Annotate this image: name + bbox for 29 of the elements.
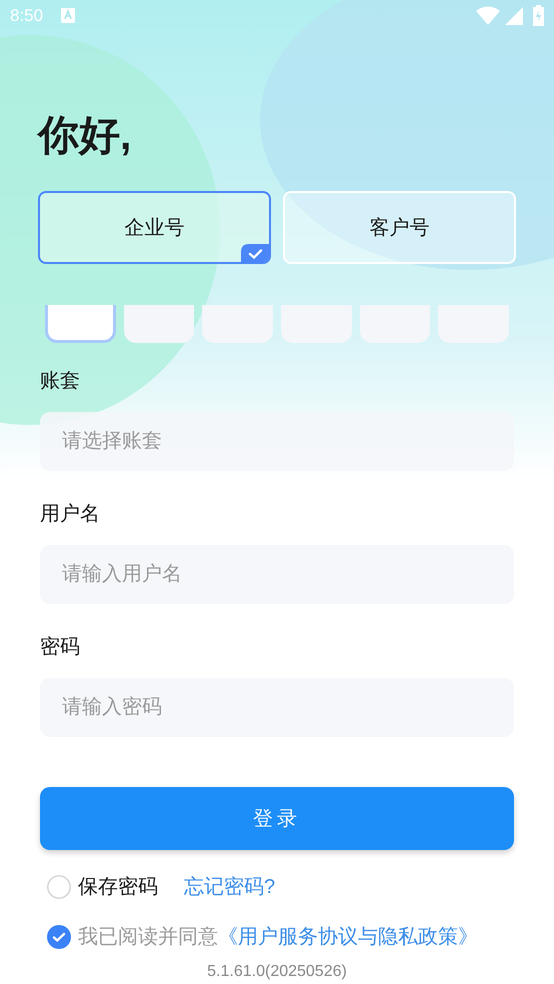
account-slot-tab[interactable] xyxy=(124,305,194,343)
account-slot-tab[interactable] xyxy=(281,305,352,343)
field-label: 密码 xyxy=(40,635,81,660)
account-slot-tab[interactable] xyxy=(202,305,273,343)
wifi-icon xyxy=(476,6,500,25)
signal-icon xyxy=(505,6,523,24)
checkbox-icon[interactable] xyxy=(47,875,71,899)
checkbox-checked-icon[interactable] xyxy=(47,925,71,949)
keyboard-a-icon xyxy=(61,8,76,23)
selected-check-icon xyxy=(241,244,269,262)
account-slot-tab[interactable] xyxy=(45,305,116,343)
account-slot-tab[interactable] xyxy=(438,305,509,343)
save-password-label: 保存密码 xyxy=(78,875,158,900)
account-slot-tab[interactable] xyxy=(360,305,430,343)
battery-charging-icon xyxy=(533,5,544,26)
agreement-text: 我已阅读并同意 xyxy=(78,925,218,950)
input-field[interactable]: 请选择账套 xyxy=(40,412,514,471)
greeting-title: 你好, xyxy=(38,111,132,160)
input-field[interactable]: 请输入用户名 xyxy=(40,545,514,604)
agreement-link[interactable]: 《用户服务协议与隐私政策》 xyxy=(218,922,478,952)
status-time: 8:50 xyxy=(10,4,44,27)
input-field[interactable]: 请输入密码 xyxy=(40,678,514,737)
field-label: 用户名 xyxy=(40,502,101,527)
account-type-tab[interactable]: 企业号 xyxy=(38,191,271,264)
login-button[interactable]: 登录 xyxy=(40,787,514,850)
account-type-tab[interactable]: 客户号 xyxy=(283,191,516,264)
version-text: 5.1.61.0(20250526) xyxy=(206,962,348,982)
forgot-password-link[interactable]: 忘记密码? xyxy=(184,872,276,902)
field-label: 账套 xyxy=(40,369,81,394)
